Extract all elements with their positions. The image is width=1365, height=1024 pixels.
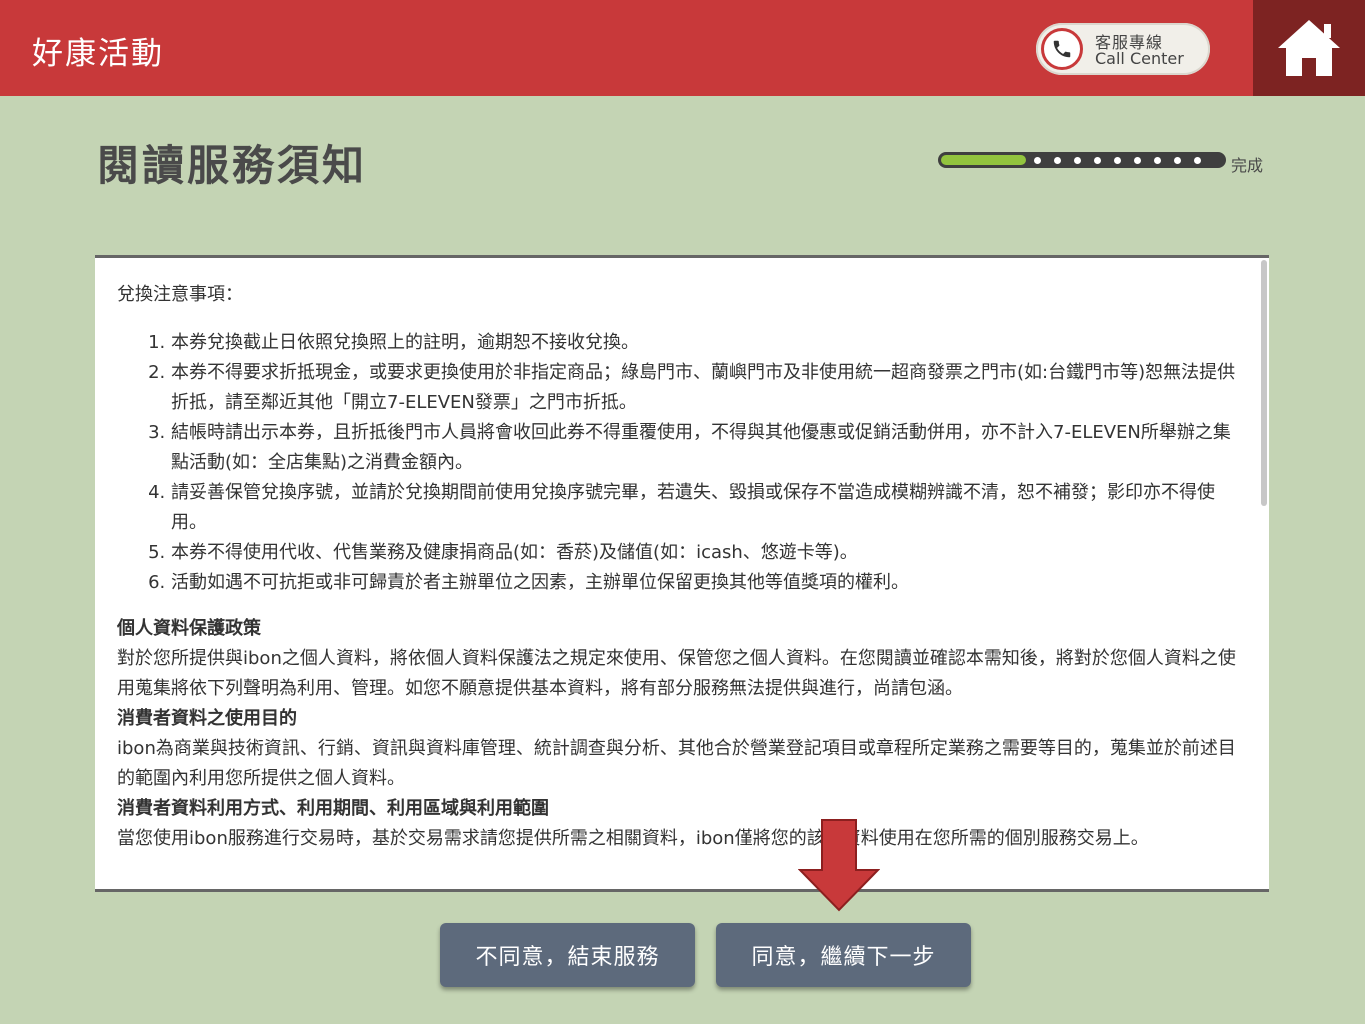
home-icon [1278, 20, 1340, 76]
list-item: 本券兌換截止日依照兌換照上的註明，逾期恕不接收兌換。 [171, 328, 1237, 358]
progress-steps [1034, 157, 1201, 164]
privacy-policy-title: 個人資料保護政策 [117, 618, 261, 639]
list-item: 請妥善保管兌換序號，並請於兌換期間前使用兌換序號完畢，若遺失、毀損或保存不當造成… [171, 478, 1237, 538]
call-center-label-en: Call Center [1095, 49, 1184, 68]
service-notice-panel[interactable]: 兌換注意事項： 本券兌換截止日依照兌換照上的註明，逾期恕不接收兌換。 本券不得要… [95, 255, 1269, 892]
privacy-policy-body: 對於您所提供與ibon之個人資料，將依個人資料保護法之規定來使用、保管您之個人資… [117, 648, 1236, 699]
list-item: 活動如遇不可抗拒或非可歸責於者主辦單位之因素，主辦單位保留更換其他等值獎項的權利… [171, 568, 1237, 598]
call-center-button[interactable]: 客服專線 Call Center [1036, 23, 1210, 75]
notice-content: 兌換注意事項： 本券兌換截止日依照兌換照上的註明，逾期恕不接收兌換。 本券不得要… [117, 280, 1237, 854]
top-bar: 好康活動 客服專線 Call Center [0, 0, 1253, 96]
list-item: 本券不得要求折抵現金，或要求更換使用於非指定商品；綠島門市、蘭嶼門市及非使用統一… [171, 358, 1237, 418]
home-button[interactable] [1253, 0, 1365, 96]
app-title: 好康活動 [32, 36, 164, 72]
progress-complete-label: 完成 [1231, 156, 1264, 175]
notice-heading: 兌換注意事項： [117, 284, 243, 305]
scrollbar-thumb[interactable] [1261, 260, 1267, 506]
progress-fill [941, 155, 1026, 165]
progress-bar [938, 152, 1226, 168]
phone-icon [1041, 28, 1083, 70]
list-item: 本券不得使用代收、代售業務及健康捐商品(如：香菸)及儲值(如：icash、悠遊卡… [171, 538, 1237, 568]
data-purpose-title: 消費者資料之使用目的 [117, 708, 297, 729]
list-item: 結帳時請出示本券，且折抵後門市人員將會收回此券不得重覆使用，不得與其他優惠或促銷… [171, 418, 1237, 478]
rules-list: 本券兌換截止日依照兌換照上的註明，逾期恕不接收兌換。 本券不得要求折抵現金，或要… [117, 328, 1237, 598]
data-usage-title: 消費者資料利用方式、利用期間、利用區域與利用範圍 [117, 798, 549, 819]
scrollbar[interactable] [1259, 260, 1267, 887]
data-purpose-body: ibon為商業與技術資訊、行銷、資訊與資料庫管理、統計調查與分析、其他合於營業登… [117, 738, 1236, 789]
data-usage-body: 當您使用ibon服務進行交易時，基於交易需求請您提供所需之相關資料，ibon僅將… [117, 828, 1149, 849]
down-arrow-icon [798, 819, 880, 912]
agree-continue-button[interactable]: 同意，繼續下一步 [716, 923, 971, 987]
disagree-end-service-button[interactable]: 不同意，結束服務 [440, 923, 695, 987]
page-title: 閱讀服務須知 [97, 141, 368, 190]
